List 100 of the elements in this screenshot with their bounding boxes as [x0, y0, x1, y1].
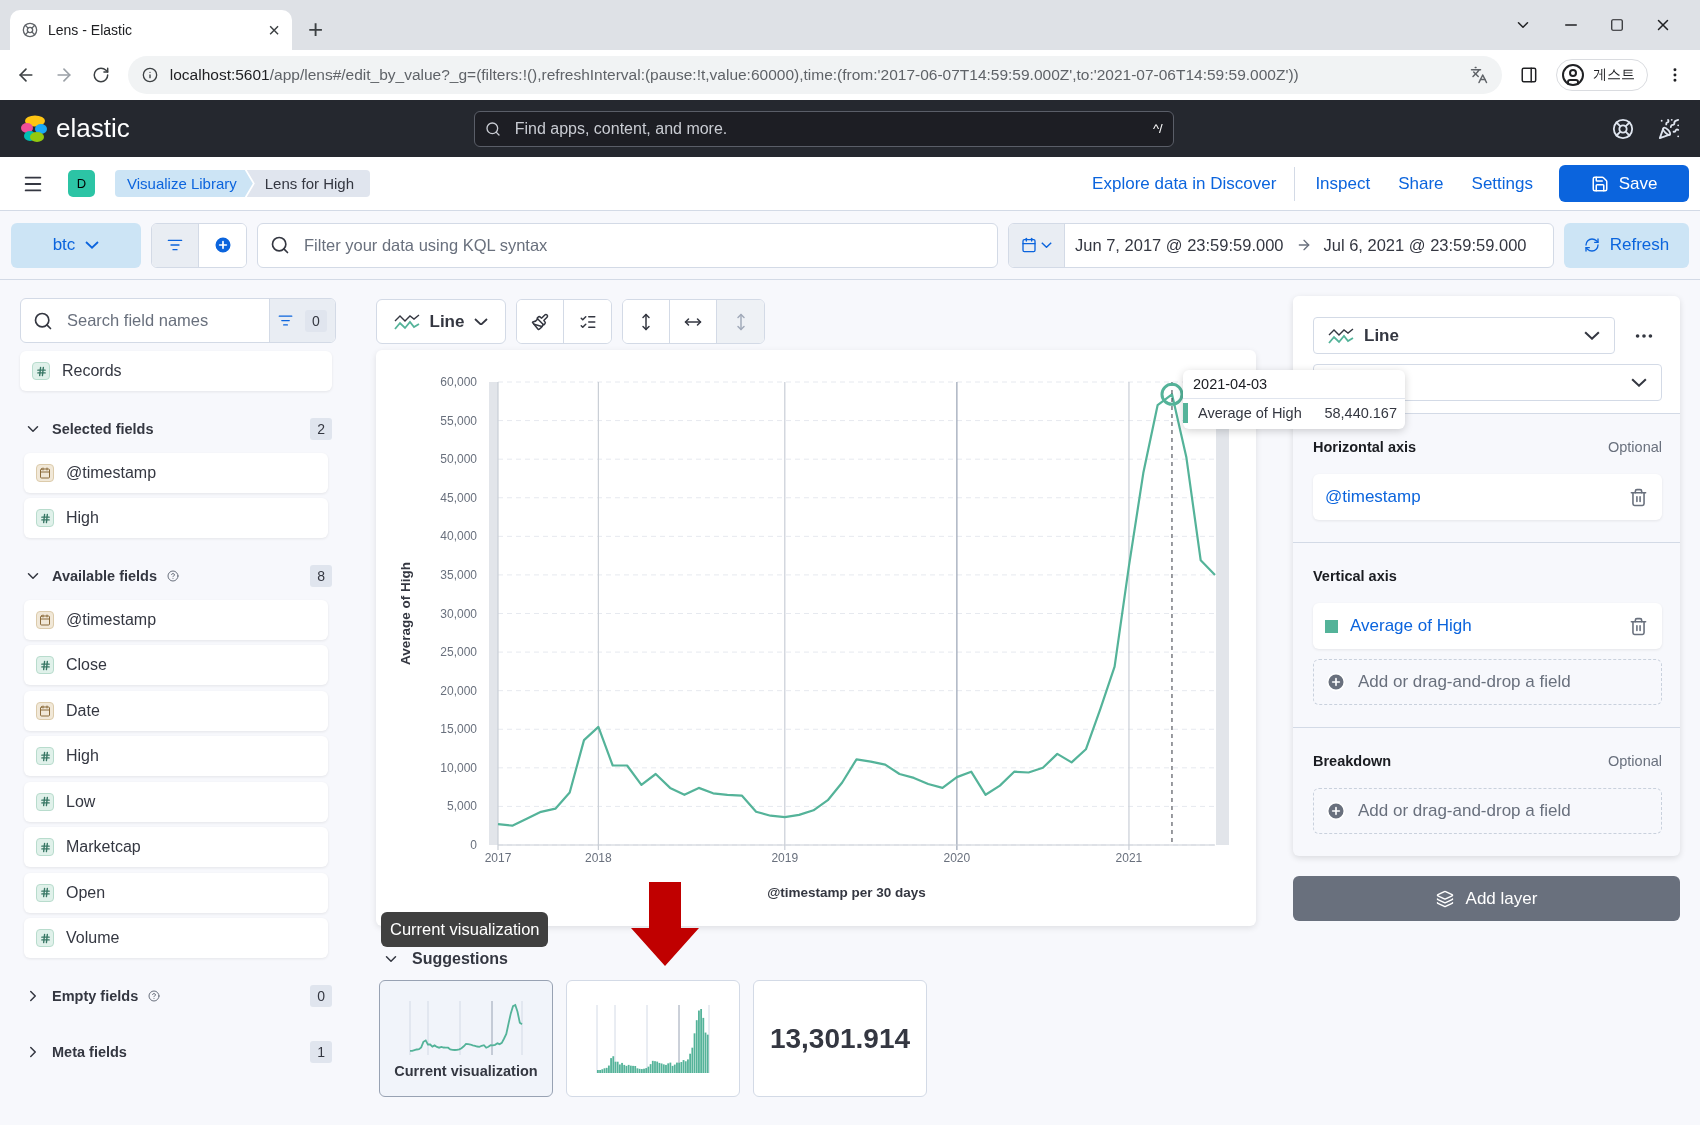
breadcrumb[interactable]: Lens for High: [246, 170, 370, 197]
field-search-box[interactable]: Search field names 0: [20, 298, 336, 343]
refresh-button[interactable]: Refresh: [1564, 222, 1689, 268]
add-field-button[interactable]: Add or drag-and-drop a field: [1313, 788, 1662, 834]
header-link[interactable]: Inspect: [1301, 173, 1385, 194]
x-tick-label: 2017: [484, 851, 512, 865]
field-item[interactable]: Close: [24, 645, 328, 685]
breadcrumb[interactable]: Visualize Library: [115, 170, 253, 197]
field-filter-button[interactable]: 0: [269, 299, 335, 342]
chevron-down-icon: [1631, 378, 1647, 387]
plus-icon: [1326, 672, 1346, 692]
chevron-down-icon: [474, 317, 489, 326]
dimension-item[interactable]: Average of High: [1313, 603, 1662, 649]
search-icon: [270, 235, 290, 255]
field-item[interactable]: Marketcap: [24, 827, 328, 867]
tooltip-series-name: Average of High: [1198, 405, 1302, 421]
field-item[interactable]: @timestamp: [24, 599, 328, 640]
query-field[interactable]: Filter your data using KQL syntax: [302, 234, 985, 256]
y-tick-label: 50,000: [440, 452, 477, 467]
new-tab-button[interactable]: +: [308, 16, 324, 42]
global-search-field[interactable]: Find apps, content, and more.: [512, 118, 1141, 139]
chart-type-dropdown[interactable]: Line: [376, 299, 506, 344]
line-chart-icon: [1328, 326, 1354, 345]
calendar-icon: [1021, 237, 1037, 253]
y-tick-label: 5,000: [446, 799, 477, 814]
shortcut-hint: ^/: [1153, 121, 1163, 136]
group-count: 8: [310, 564, 332, 587]
party-popper-icon[interactable]: [1658, 117, 1680, 140]
group-count: 0: [310, 984, 332, 1007]
y-tick-label: 15,000: [440, 722, 477, 737]
layer-chart-type-dropdown[interactable]: Line: [1313, 317, 1615, 354]
search-icon: [33, 310, 53, 331]
left-axis-button[interactable]: [623, 300, 670, 343]
y-tick-label: 45,000: [440, 490, 477, 505]
y-tick-label: 60,000: [440, 375, 477, 389]
help-icon[interactable]: [1612, 117, 1634, 140]
field-item[interactable]: Low: [24, 781, 328, 822]
suggestion-card[interactable]: 13,301.914: [753, 980, 927, 1097]
x-tick-label: 2019: [771, 851, 799, 865]
user-icon: [1561, 63, 1586, 87]
space-avatar[interactable]: D: [68, 170, 95, 197]
search-icon: [484, 120, 501, 137]
address-bar[interactable]: localhost:5601/app/lens#/edit_by_value?_g=(filters:!(),refreshInterval:(pause:!t,value:60000),time:(from:'2017-06-07T14:59:59.000Z',to:'2021-07-06T14:59:59.000Z')): [127, 56, 1503, 94]
side-panel-icon[interactable]: [1520, 66, 1539, 84]
maximize-icon[interactable]: [1610, 18, 1624, 32]
filter-icon: [278, 313, 294, 328]
filter-icon: [167, 237, 183, 253]
logo-icon: [20, 114, 48, 143]
suggestions-title: Suggestions: [412, 950, 508, 968]
section-title: Breakdown: [1313, 753, 1392, 769]
browser-tab[interactable]: Lens - Elastic ×: [10, 10, 292, 50]
field-item[interactable]: Volume: [24, 918, 328, 958]
data-view-button[interactable]: btc: [11, 222, 141, 268]
tooltip: Current visualization: [381, 912, 549, 947]
field-item[interactable]: High: [24, 736, 328, 776]
add-field-button[interactable]: Add or drag-and-drop a field: [1313, 659, 1662, 705]
end-date[interactable]: Jul 6, 2021 @ 23:59:59.000: [1323, 235, 1527, 255]
y-tick-label: 20,000: [440, 683, 477, 698]
x-tick-label: 2018: [585, 851, 612, 865]
header-link[interactable]: Settings: [1457, 173, 1547, 194]
add-layer-button[interactable]: Add layer: [1293, 876, 1680, 921]
save-button[interactable]: Save: [1559, 165, 1689, 202]
tooltip-date: 2021-04-03: [1183, 370, 1405, 399]
global-search-box[interactable]: Find apps, content, and more. ^/: [473, 110, 1174, 147]
field-item[interactable]: High: [24, 498, 328, 538]
dimension-label: @timestamp: [1325, 487, 1421, 507]
y-tick-label: 10,000: [440, 760, 477, 775]
trash-icon[interactable]: [1629, 487, 1648, 507]
down-arrow-icon: [631, 882, 699, 966]
group-title: Meta fields: [52, 1043, 127, 1060]
field-item[interactable]: @timestamp: [24, 452, 328, 493]
header-link[interactable]: Explore data in Discover: [1078, 166, 1296, 201]
tab-title: Lens - Elastic: [48, 22, 134, 38]
translate-icon[interactable]: [1470, 66, 1489, 84]
reload-icon[interactable]: [91, 66, 110, 84]
group-title: Selected fields: [52, 420, 154, 437]
field-search-field[interactable]: Search field names: [65, 310, 257, 331]
dimension-item[interactable]: @timestamp: [1313, 474, 1662, 520]
y-tick-label: 40,000: [440, 529, 477, 544]
date-quick-menu-button[interactable]: [1009, 223, 1065, 267]
start-date[interactable]: Jun 7, 2017 @ 23:59:59.000: [1075, 235, 1284, 255]
chevron-down-icon: [1584, 331, 1600, 340]
query-box[interactable]: Filter your data using KQL syntax: [257, 222, 998, 268]
line-chart-icon: [393, 312, 420, 331]
header-link[interactable]: Share: [1384, 173, 1458, 194]
field-item[interactable]: Records: [20, 351, 332, 391]
field-item[interactable]: Date: [24, 690, 328, 731]
field-item[interactable]: Open: [24, 872, 328, 913]
y-tick-label: 0: [470, 838, 477, 852]
dimension-label: Average of High: [1350, 616, 1472, 636]
x-tick-label: 2020: [943, 851, 971, 865]
tooltip-value: 58,440.167: [1324, 405, 1397, 421]
point-marker: [1160, 382, 1184, 406]
suggestion-card[interactable]: Current visualization: [379, 980, 553, 1097]
section-title: Vertical axis: [1313, 568, 1397, 584]
y-tick-label: 25,000: [440, 645, 477, 660]
trash-icon[interactable]: [1629, 616, 1648, 636]
close-tab-button[interactable]: ×: [268, 20, 280, 40]
style-button[interactable]: [517, 300, 564, 343]
profile-button[interactable]: 게스트: [1556, 59, 1649, 91]
